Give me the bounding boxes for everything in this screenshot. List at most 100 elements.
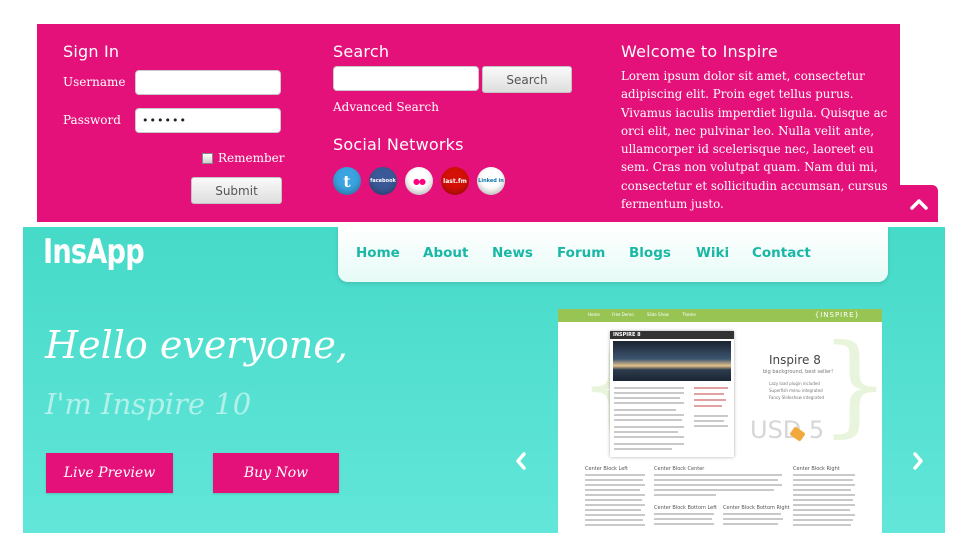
text-line	[654, 474, 782, 476]
collapse-panel-button[interactable]	[899, 185, 938, 222]
text-line	[585, 474, 645, 476]
welcome-text: Lorem ipsum dolor sit amet, consectetur …	[621, 69, 888, 212]
sign-in-heading: Sign In	[63, 42, 120, 61]
username-label: Username	[63, 75, 126, 89]
main-nav: Home About News Forum Blogs Wiki Contact	[338, 227, 888, 282]
text-line	[614, 419, 682, 421]
text-line	[614, 448, 672, 450]
text-line	[614, 436, 684, 438]
text-line	[585, 524, 645, 526]
preview-beach-photo	[613, 341, 731, 381]
nav-home[interactable]: Home	[356, 245, 400, 261]
text-line	[614, 414, 684, 416]
preview-nav-item: Slide Show	[647, 312, 669, 317]
flickr-icon[interactable]: ●●	[405, 167, 433, 195]
chevron-right-icon	[913, 452, 923, 470]
text-line	[654, 513, 714, 515]
site-logo[interactable]: InsApp	[43, 232, 145, 272]
text-line	[585, 519, 643, 521]
nav-forum[interactable]: Forum	[557, 245, 605, 261]
buy-now-button[interactable]: Buy Now	[213, 453, 339, 493]
preview-feature: Fancy Slideshow integrated	[769, 395, 825, 400]
text-line	[793, 519, 853, 521]
text-line	[694, 415, 728, 417]
chevron-up-icon	[909, 198, 928, 210]
slide-preview-image[interactable]: Home Free Demo Slide Show Theme {INSPIRE…	[558, 309, 882, 533]
preview-feature: Superfish menu integrated	[769, 388, 823, 393]
text-line	[694, 387, 728, 389]
text-line	[793, 474, 855, 476]
text-line	[585, 504, 645, 506]
text-line	[654, 484, 782, 486]
text-line	[654, 479, 778, 481]
slider-next-button[interactable]	[908, 449, 928, 473]
text-line	[654, 523, 714, 525]
live-preview-button[interactable]: Live Preview	[46, 453, 173, 493]
preview-column-heading: Center Block Bottom Right	[723, 505, 790, 511]
welcome-heading: Welcome to Inspire	[621, 42, 778, 61]
text-line	[723, 523, 778, 525]
text-line	[793, 494, 855, 496]
decorative-brace-right: }	[820, 329, 882, 439]
facebook-icon[interactable]: facebook	[369, 167, 397, 195]
nav-blogs[interactable]: Blogs	[629, 245, 671, 261]
lastfm-icon[interactable]: last.fm	[441, 167, 469, 195]
top-login-panel: Sign In Username Password Remember Submi…	[37, 24, 900, 222]
chevron-left-icon	[516, 452, 526, 470]
text-line	[793, 499, 853, 501]
submit-button[interactable]: Submit	[191, 177, 282, 204]
text-line	[614, 387, 684, 389]
nav-news[interactable]: News	[492, 245, 533, 261]
slider-prev-button[interactable]	[511, 449, 531, 473]
text-line	[585, 489, 640, 491]
text-line	[614, 397, 680, 399]
text-line	[585, 494, 645, 496]
nav-about[interactable]: About	[423, 245, 468, 261]
preview-nav-item: Free Demo	[612, 312, 634, 317]
text-line	[585, 479, 643, 481]
preview-site-brand: INSPIRE 8	[613, 332, 641, 338]
search-button[interactable]: Search	[482, 66, 572, 93]
text-line	[694, 399, 726, 401]
text-line	[793, 479, 853, 481]
preview-column-heading: Center Block Left	[585, 466, 628, 472]
remember-checkbox[interactable]	[202, 153, 213, 164]
text-line	[654, 494, 716, 496]
text-line	[793, 509, 850, 511]
search-heading: Search	[333, 42, 390, 61]
linkedin-icon[interactable]: Linked in	[477, 167, 505, 195]
password-input[interactable]	[135, 108, 281, 133]
text-line	[723, 513, 781, 515]
nav-wiki[interactable]: Wiki	[696, 245, 729, 261]
preview-nav-item: Theme	[682, 312, 696, 317]
remember-label: Remember	[218, 151, 285, 165]
password-label: Password	[63, 113, 121, 127]
preview-site-screenshot: INSPIRE 8	[610, 331, 734, 457]
text-line	[793, 514, 855, 516]
social-networks-heading: Social Networks	[333, 135, 464, 154]
text-line	[614, 392, 684, 394]
text-line	[585, 514, 645, 516]
text-line	[614, 409, 676, 411]
text-line	[585, 499, 642, 501]
advanced-search-link[interactable]: Advanced Search	[333, 100, 439, 114]
hero-subline: I'm Inspire 10	[45, 387, 252, 421]
username-input[interactable]	[135, 70, 281, 95]
preview-price: USD 5	[750, 416, 825, 444]
preview-tagline: big background, best seller!	[763, 369, 834, 375]
text-line	[723, 518, 783, 520]
preview-site-header: INSPIRE 8	[610, 331, 734, 339]
nav-contact[interactable]: Contact	[752, 245, 811, 261]
text-line	[585, 484, 645, 486]
twitter-icon[interactable]: t	[333, 167, 361, 195]
search-input[interactable]	[333, 66, 479, 91]
text-line	[585, 509, 641, 511]
text-line	[614, 426, 684, 428]
preview-column-heading: Center Block Bottom Left	[654, 505, 717, 511]
preview-product-title: Inspire 8	[769, 353, 821, 367]
preview-nav-item: Home	[588, 312, 600, 317]
preview-feature: Lazy load plugin included	[769, 381, 820, 386]
text-line	[793, 504, 855, 506]
text-line	[694, 393, 724, 395]
preview-brand: {INSPIRE}	[814, 311, 860, 319]
